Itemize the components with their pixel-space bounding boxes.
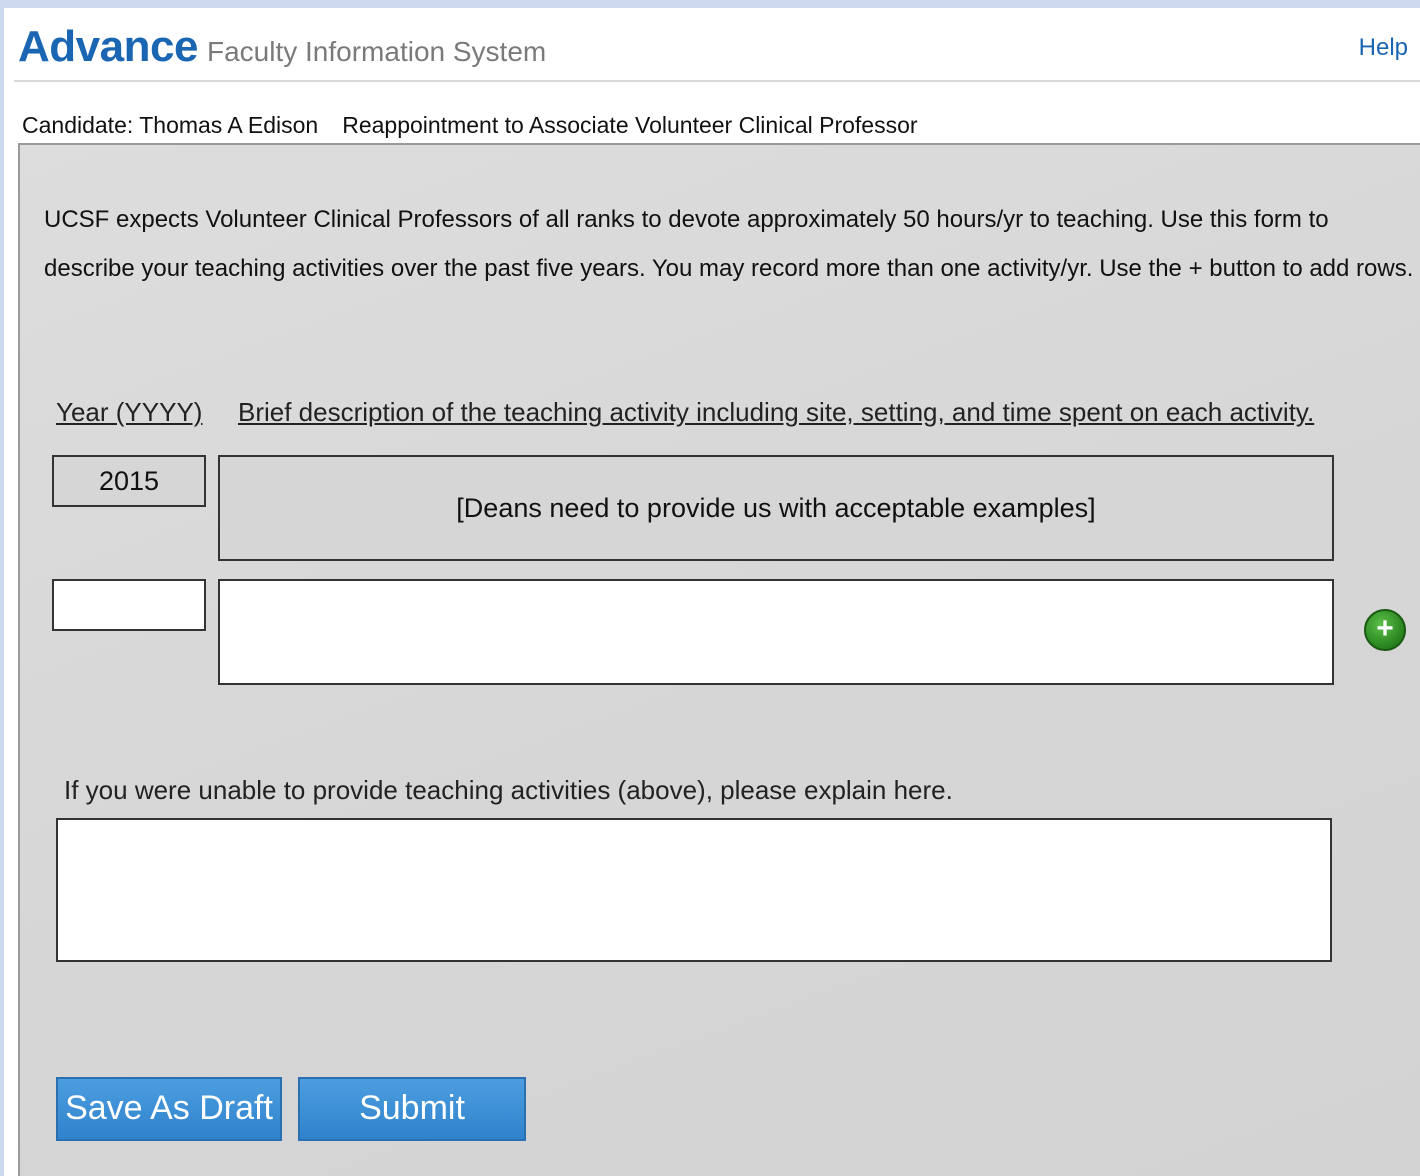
plus-circle-icon[interactable]: + [1364,609,1406,651]
header-divider [14,80,1420,82]
year-input-row-2[interactable] [52,579,206,631]
description-row-1-text: [Deans need to provide us with acceptabl… [456,492,1096,523]
brand-logo: Advance [18,22,198,71]
candidate-name: Candidate: Thomas A Edison [22,112,319,138]
window-left-border [0,0,4,1176]
window-top-border [0,0,1420,8]
candidate-info: Candidate: Thomas A Edison Reappointment … [22,112,942,139]
description-column-header: Brief description of the teaching activi… [238,397,1315,427]
action-type: Reappointment to Associate Volunteer Cli… [342,112,918,138]
submit-button[interactable]: Submit [298,1077,526,1141]
description-input-row-2[interactable] [218,579,1334,685]
year-column-header: Year (YYYY) [56,397,203,427]
year-input-row-1[interactable] [52,455,206,507]
app-header: Advance Faculty Information System Help [4,8,1420,82]
explain-textarea[interactable] [56,818,1332,962]
description-input-row-1[interactable]: [Deans need to provide us with acceptabl… [218,455,1334,561]
help-link[interactable]: Help [1359,34,1408,62]
teaching-form-panel: UCSF expects Volunteer Clinical Professo… [18,143,1420,1176]
brand-subtitle: Faculty Information System [207,36,547,67]
explain-label: If you were unable to provide teaching a… [64,775,953,805]
save-as-draft-button[interactable]: Save As Draft [56,1077,282,1141]
form-instructions: UCSF expects Volunteer Clinical Professo… [44,206,1414,282]
